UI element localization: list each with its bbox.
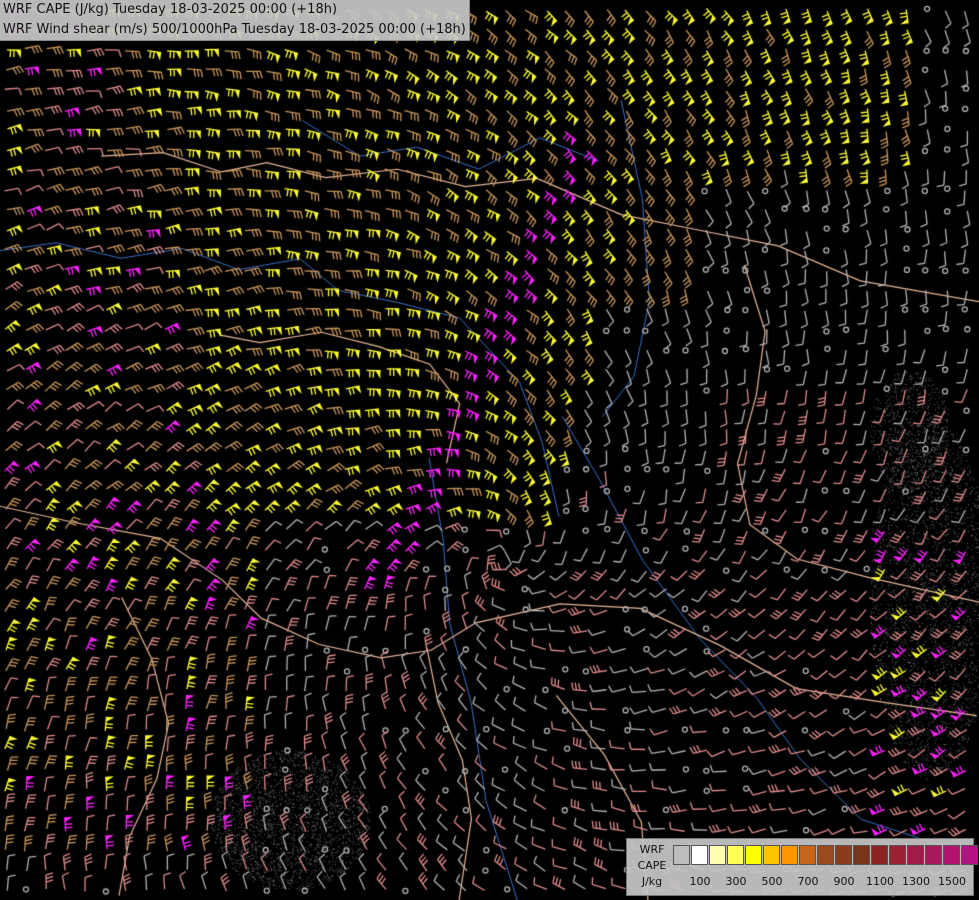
wind-shear-cape-map [0,0,979,900]
cape-title: WRF CAPE (J/kg) Tuesday 18-03-2025 00:00… [3,2,338,17]
legend-swatch [835,845,852,865]
legend-label-cape: CAPE [637,859,667,872]
legend-swatch [673,845,690,865]
legend-swatch [799,845,816,865]
legend-swatch [727,845,744,865]
legend-swatch [817,845,834,865]
legend-swatch [889,845,906,865]
legend-swatch [763,845,780,865]
legend-color-scale [673,845,979,865]
wind-shear-title: WRF Wind shear (m/s) 500/1000hPa Tuesday… [3,22,466,37]
legend-tick-label: 700 [797,875,819,888]
legend-label-model: WRF [639,843,665,856]
legend-tick-label: 500 [761,875,783,888]
legend-label-unit: J/kg [641,875,663,888]
legend-tick-label: 1300 [902,875,930,888]
legend-tick-label: 100 [689,875,711,888]
legend-tick-label: 1500 [938,875,966,888]
legend-swatch [925,845,942,865]
legend-swatch [961,845,978,865]
cape-legend: WRF CAPE J/kg 100 300 500 700 900 1100 1300 150… [626,838,978,896]
map-title-box: WRF CAPE (J/kg) Tuesday 18-03-2025 00:00… [0,0,470,41]
legend-tick-label: 300 [725,875,747,888]
legend-tick-label: 1100 [866,875,894,888]
legend-swatch [943,845,960,865]
legend-swatch [691,845,708,865]
legend-tick-labels: 100 300 500 700 900 1100 1300 1500 [673,875,969,889]
legend-swatch [907,845,924,865]
legend-swatch [745,845,762,865]
legend-swatch [709,845,726,865]
legend-swatch [853,845,870,865]
legend-swatch [871,845,888,865]
legend-tick-label: 900 [833,875,855,888]
legend-swatch [781,845,798,865]
